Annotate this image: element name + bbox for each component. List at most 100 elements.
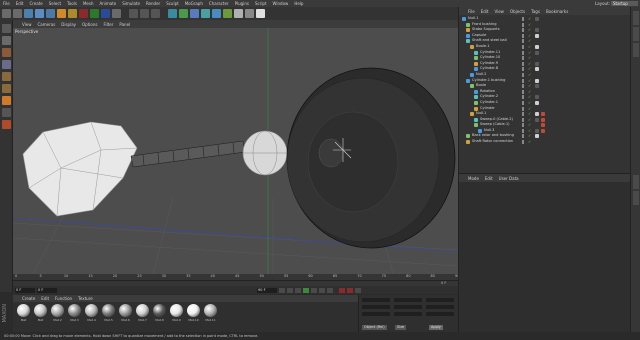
texture-tag-icon[interactable] [535,17,539,21]
om-menu-objects[interactable]: Objects [507,9,528,14]
viewport-menu-display[interactable]: Display [58,22,79,27]
next-frame-icon[interactable] [311,287,317,293]
texture-tag-icon[interactable] [535,67,539,72]
menu-plugins[interactable]: Plugins [232,1,252,6]
visibility-toggle[interactable] [522,140,524,145]
visibility-toggle[interactable] [522,44,524,49]
material-swatch[interactable]: Mat.6 [118,304,133,322]
light-icon[interactable] [256,9,265,18]
z-axis-icon[interactable] [101,9,110,18]
visibility-toggle[interactable] [522,134,524,139]
visibility-toggle[interactable] [522,128,524,133]
viewport-menu-cameras[interactable]: Cameras [35,22,59,27]
layers-tab[interactable] [633,191,639,205]
texture-tag-icon[interactable] [535,61,539,66]
visibility-toggle[interactable] [522,39,524,44]
visibility-toggle[interactable] [522,67,524,72]
axis-mode-icon[interactable] [2,108,11,117]
menu-edit[interactable]: Edit [13,1,27,6]
menu-file[interactable]: File [0,1,13,6]
texture-mode-icon[interactable] [2,48,11,57]
apply-button[interactable]: Apply [429,325,443,330]
edges-mode-icon[interactable] [2,84,11,93]
live-selection-icon[interactable] [24,9,33,18]
play-icon[interactable] [303,287,309,293]
nurbs-icon[interactable] [201,9,210,18]
material-swatch[interactable]: Mat.2 [50,304,65,322]
rotation-p-field[interactable] [426,305,454,309]
om-menu-tags[interactable]: Tags [528,9,543,14]
layout-dropdown[interactable]: Startup [611,1,638,6]
om-menu-bookmarks[interactable]: Bookmarks [543,9,571,14]
object-tree-row[interactable]: Shaft Rotor connection ✓ [459,139,631,145]
material-swatch[interactable]: Mat.8 [152,304,167,322]
position-z-field[interactable] [362,312,390,316]
visibility-toggle[interactable] [522,123,524,128]
current-frame-field[interactable]: 0 F [37,287,57,293]
texture-tag-icon[interactable] [535,84,539,89]
render-view-icon[interactable] [129,9,138,18]
render-settings-icon[interactable] [151,9,160,18]
texture-tag-icon[interactable] [535,112,539,117]
coordinate-system-icon[interactable] [112,9,121,18]
rotation-b-field[interactable] [426,312,454,316]
visibility-toggle[interactable] [522,72,524,77]
move-icon[interactable] [35,9,44,18]
structure-tab[interactable] [633,43,639,57]
visibility-toggle[interactable] [522,112,524,117]
attributes-tab[interactable] [633,175,639,189]
texture-tag-icon[interactable] [535,44,539,49]
perspective-viewport[interactable]: Perspective [13,28,458,274]
visibility-toggle[interactable] [522,117,524,122]
material-swatch[interactable]: Mat.4 [84,304,99,322]
size-y-field[interactable] [394,305,422,309]
tweak-mode-icon[interactable] [2,120,11,129]
viewport-menu-view[interactable]: View [19,22,35,27]
material-menu-edit[interactable]: Edit [38,296,52,301]
cube-icon[interactable] [168,9,177,18]
texture-tag-icon[interactable] [535,50,539,55]
size-mode-dropdown[interactable]: Size [395,325,407,330]
recent-tools-icon[interactable] [68,9,77,18]
visibility-toggle[interactable] [522,56,524,61]
menu-help[interactable]: Help [291,1,306,6]
points-mode-icon[interactable] [2,72,11,81]
menu-character[interactable]: Character [206,1,232,6]
material-swatch[interactable]: Mat.3 [67,304,82,322]
texture-tag-icon[interactable] [535,95,539,100]
constraint-tag-icon[interactable] [541,112,545,117]
visibility-toggle[interactable] [522,50,524,55]
menu-mesh[interactable]: Mesh [80,1,97,6]
timeline-ruler[interactable]: 051015202530354045505560657075808590 0 F [13,274,459,286]
material-menu-texture[interactable]: Texture [75,296,96,301]
model-mode-icon[interactable] [2,36,11,45]
scale-icon[interactable] [46,9,55,18]
texture-tag-icon[interactable] [535,128,539,133]
rotation-h-field[interactable] [426,298,454,302]
visibility-toggle[interactable] [522,100,524,105]
redo-icon[interactable] [13,9,22,18]
next-key-icon[interactable] [319,287,325,293]
autokey-icon[interactable] [347,287,353,293]
material-swatch[interactable]: Mat.5 [101,304,116,322]
size-x-field[interactable] [394,298,422,302]
menu-animate[interactable]: Animate [96,1,119,6]
attr-menu-user-data[interactable]: User Data [496,176,522,181]
constraint-tag-icon[interactable] [541,117,545,122]
prev-frame-icon[interactable] [295,287,301,293]
go-to-end-icon[interactable] [327,287,333,293]
texture-tag-icon[interactable] [535,78,539,83]
material-swatch[interactable]: Mat [16,304,31,322]
coordinate-mode-dropdown[interactable]: Object (Rel) [362,325,387,330]
texture-tag-icon[interactable] [535,117,539,122]
x-axis-icon[interactable] [79,9,88,18]
visibility-toggle[interactable] [522,106,524,111]
texture-tag-icon[interactable] [535,100,539,105]
visibility-toggle[interactable] [522,28,524,33]
visibility-toggle[interactable] [522,95,524,100]
material-menu-create[interactable]: Create [19,296,38,301]
texture-tag-icon[interactable] [535,134,539,139]
go-to-start-icon[interactable] [279,287,285,293]
end-frame-field[interactable]: 90 F [257,287,277,293]
spline-pen-icon[interactable] [190,9,199,18]
